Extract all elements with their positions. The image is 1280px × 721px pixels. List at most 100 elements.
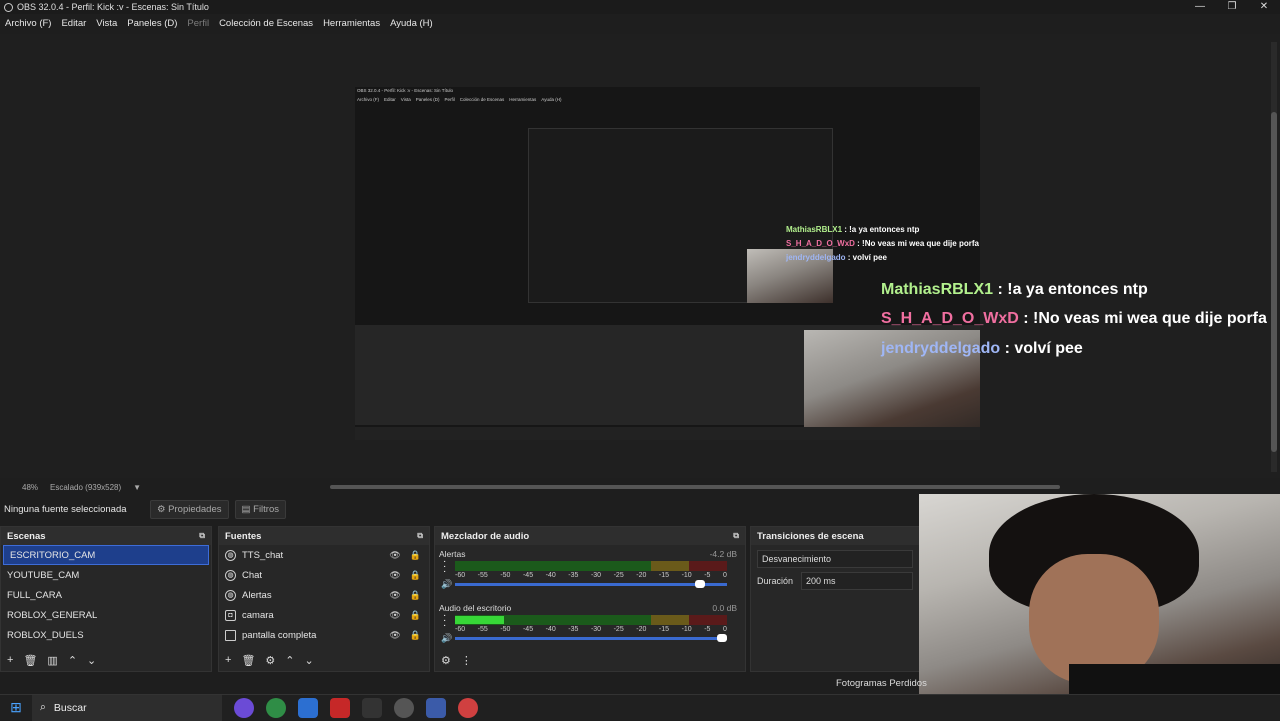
channel-menu-icon[interactable]: · · · xyxy=(443,611,446,631)
menu-edit[interactable]: Editar xyxy=(56,16,91,32)
minimize-button[interactable]: — xyxy=(1184,0,1216,14)
channel-menu-icon[interactable]: · · · xyxy=(443,557,446,577)
scene-item[interactable]: FULL_CARA xyxy=(1,585,211,605)
mixer-channel: Audio del escritorio 0.0 dB · · · -60 -55 -5… xyxy=(435,599,745,653)
chat-username: S_H_A_D_O_WxD xyxy=(881,310,1019,327)
channel-db: 0.0 dB xyxy=(712,603,737,613)
obs-logo-icon xyxy=(4,2,13,12)
lock-icon[interactable]: 🔒 xyxy=(410,550,421,561)
eye-icon[interactable]: 👁 xyxy=(389,590,400,601)
obs-icon[interactable] xyxy=(394,697,414,718)
lock-icon[interactable]: 🔒 xyxy=(410,610,421,621)
preview-vertical-scrollbar[interactable] xyxy=(1271,42,1277,472)
menu-docks[interactable]: Paneles (D) xyxy=(122,16,182,32)
scale-tick: -35 xyxy=(568,572,579,579)
move-down-button[interactable]: ⌄ xyxy=(305,654,314,667)
scrollbar-thumb[interactable] xyxy=(1271,112,1277,452)
menu-bar: Archivo (F) Editar Vista Paneles (D) Per… xyxy=(0,16,438,32)
menu-file[interactable]: Archivo (F) xyxy=(0,16,56,32)
scale-tick: -45 xyxy=(522,572,534,579)
scale-tick: -50 xyxy=(500,572,511,579)
properties-button[interactable]: ⚙ Propiedades xyxy=(150,499,229,519)
menu-help[interactable]: Ayuda (H) xyxy=(385,16,438,32)
restore-button[interactable]: ❐ xyxy=(1216,0,1248,14)
browser-icon[interactable] xyxy=(234,697,254,718)
scene-item[interactable]: ROBLOX_GENERAL xyxy=(1,605,211,625)
speaker-icon[interactable]: 🔊 xyxy=(441,579,452,590)
chat-small-line: S_H_A_D_O_WxD : !No veas mi wea que dije… xyxy=(786,239,979,248)
search-placeholder: Buscar xyxy=(53,701,87,714)
speaker-icon[interactable]: 🔊 xyxy=(441,633,452,644)
scene-item[interactable]: YOUTUBE_CAM xyxy=(1,565,211,585)
eye-icon[interactable]: 👁 xyxy=(389,550,400,561)
float-dock-icon[interactable]: ⧉ xyxy=(417,531,423,541)
lock-icon[interactable]: 🔒 xyxy=(410,570,421,581)
taskbar-search[interactable]: ⌕ Buscar xyxy=(32,694,222,721)
shield-icon[interactable] xyxy=(362,697,382,718)
chat-username: MathiasRBLX1 xyxy=(786,225,843,234)
advanced-audio-gear-icon[interactable]: ⚙ xyxy=(441,654,451,667)
menu-profile[interactable]: Perfil xyxy=(182,16,214,32)
filters-button[interactable]: ▤ Filtros xyxy=(234,499,287,519)
chat-message: : !No veas mi wea que dije porfa xyxy=(854,239,979,248)
source-label: TTS_chat xyxy=(242,549,284,561)
app-icon[interactable] xyxy=(298,697,318,718)
scene-filters-button[interactable]: ▥ xyxy=(47,654,57,667)
volume-knob[interactable] xyxy=(695,580,706,588)
mixer-toolbar: ⚙ ⋮ xyxy=(441,654,472,667)
scene-item[interactable]: ESCRITORIO_CAM xyxy=(3,545,209,565)
scene-item[interactable]: ROBLOX_DUELS xyxy=(1,625,211,645)
globe-icon: ◍ xyxy=(225,569,236,581)
window-title: OBS 32.0.4 - Perfil: Kick :v - Escenas: … xyxy=(17,2,209,12)
source-properties-gear-icon[interactable]: ⚙ xyxy=(265,654,275,667)
lock-icon[interactable]: 🔒 xyxy=(410,630,421,641)
duration-input[interactable]: 200 ms xyxy=(801,572,913,590)
chevron-down-icon[interactable]: ▼ xyxy=(133,483,141,492)
app-icon[interactable] xyxy=(426,697,446,718)
move-down-button[interactable]: ⌄ xyxy=(87,654,96,667)
chat-username: MathiasRBLX1 xyxy=(881,281,994,298)
dropped-frames-label: Fotogramas Perdidos xyxy=(836,678,927,689)
source-item[interactable]: ◍ Alertas 👁 🔒 xyxy=(219,585,429,605)
menu-tools[interactable]: Herramientas xyxy=(318,16,385,32)
eye-icon[interactable]: 👁 xyxy=(389,630,400,641)
lock-icon[interactable]: 🔒 xyxy=(410,590,421,601)
eye-icon[interactable]: 👁 xyxy=(389,610,400,621)
move-up-button[interactable]: ⌃ xyxy=(68,654,77,667)
close-button[interactable]: ✕ xyxy=(1248,0,1280,14)
add-source-button[interactable]: + xyxy=(225,654,231,667)
windows-start-icon[interactable]: ⊞ xyxy=(0,699,32,716)
scenes-dock: Escenas ⧉ ESCRITORIO_CAM YOUTUBE_CAM FUL… xyxy=(0,526,212,672)
delete-scene-button[interactable]: 🗑 xyxy=(23,654,37,667)
chrome-icon[interactable] xyxy=(266,697,286,718)
transition-select[interactable]: Desvanecimiento xyxy=(757,550,913,568)
preview-horizontal-scrollbar[interactable] xyxy=(330,485,1060,489)
source-item[interactable]: ◘ camara 👁 🔒 xyxy=(219,605,429,625)
mixer-menu-icon[interactable]: ⋮ xyxy=(461,654,472,667)
delete-source-button[interactable]: 🗑 xyxy=(241,654,255,667)
volume-slider[interactable] xyxy=(455,634,727,642)
menu-scene-collection[interactable]: Colección de Escenas xyxy=(214,16,318,32)
eye-icon[interactable]: 👁 xyxy=(389,570,400,581)
volume-slider[interactable] xyxy=(455,580,727,588)
source-item[interactable]: ◍ Chat 👁 🔒 xyxy=(219,565,429,585)
float-dock-icon[interactable]: ⧉ xyxy=(199,531,205,541)
app-icon[interactable] xyxy=(330,697,350,718)
source-item[interactable]: pantalla completa 👁 🔒 xyxy=(219,625,429,645)
duration-row: Duración 200 ms xyxy=(751,569,919,593)
add-scene-button[interactable]: + xyxy=(7,654,13,667)
scale-tick: -30 xyxy=(590,572,602,579)
menu-view[interactable]: Vista xyxy=(91,16,122,32)
nested-menu-item: Ayuda (H) xyxy=(541,97,562,102)
float-dock-icon[interactable]: ⧉ xyxy=(733,531,739,541)
zoom-level[interactable]: 48% xyxy=(22,483,38,492)
chrome-icon[interactable] xyxy=(458,697,478,718)
volume-knob[interactable] xyxy=(717,634,727,642)
scenes-toolbar: + 🗑 ▥ ⌃ ⌄ xyxy=(7,654,96,667)
nested-preview: OBS 32.0.4 - Perfil: Kick :v - Escenas: … xyxy=(355,87,980,440)
scale-mode[interactable]: Escalado (939x528) xyxy=(50,483,121,492)
scale-tick: -30 xyxy=(590,626,602,633)
source-item[interactable]: ◍ TTS_chat 👁 🔒 xyxy=(219,545,429,565)
scale-tick: -20 xyxy=(636,626,647,633)
move-up-button[interactable]: ⌃ xyxy=(285,654,294,667)
